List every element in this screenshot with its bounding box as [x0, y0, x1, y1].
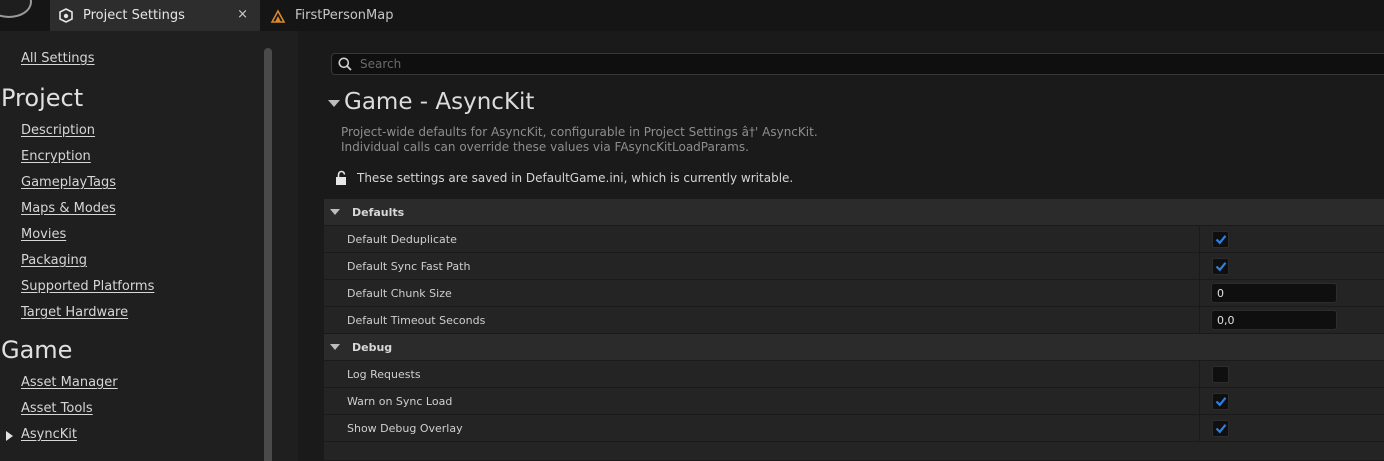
sidebar-item-all-settings[interactable]: All Settings — [21, 51, 95, 66]
chevron-down-icon — [330, 209, 340, 215]
default-deduplicate-checkbox[interactable] — [1212, 231, 1229, 248]
property-name: Default Timeout Seconds — [347, 314, 486, 327]
sidebar-item-target-hardware[interactable]: Target Hardware — [21, 305, 128, 320]
sidebar-item-asset-manager[interactable]: Asset Manager — [21, 375, 118, 390]
engine-logo-icon[interactable] — [0, 0, 32, 18]
property-name: Warn on Sync Load — [347, 395, 453, 408]
property-row: Warn on Sync Load — [324, 388, 1384, 415]
config-file-notice: These settings are saved in DefaultGame.… — [334, 170, 793, 186]
sidebar-item-supported-platforms[interactable]: Supported Platforms — [21, 279, 154, 294]
sidebar-heading-project: Project — [1, 84, 84, 112]
search-box[interactable] — [331, 53, 1384, 75]
sidebar-item-movies[interactable]: Movies — [21, 227, 66, 242]
default-timeout-seconds-field[interactable]: 0,0 — [1211, 310, 1337, 330]
tab-bar: Project Settings × FirstPersonMap — [0, 0, 1384, 31]
property-name: Default Sync Fast Path — [347, 260, 471, 273]
checkmark-icon — [1215, 262, 1226, 272]
column-divider[interactable] — [1199, 226, 1200, 252]
sidebar-scrollbar-track — [262, 31, 298, 461]
category-debug[interactable]: Debug — [324, 334, 1384, 361]
column-divider[interactable] — [1199, 415, 1200, 441]
checkmark-icon — [1215, 397, 1226, 407]
category-label: Defaults — [352, 205, 405, 219]
settings-icon — [58, 7, 74, 24]
sidebar-item-asynckit[interactable]: AsyncKit — [21, 427, 77, 442]
sidebar-item-encryption[interactable]: Encryption — [21, 149, 91, 164]
property-name: Default Deduplicate — [347, 233, 457, 246]
property-row: Default Sync Fast Path — [324, 253, 1384, 280]
settings-sidebar: All Settings Project Description Encrypt… — [0, 31, 262, 461]
search-icon — [338, 57, 352, 71]
default-chunk-size-field[interactable]: 0 — [1211, 283, 1337, 303]
settings-details-panel: Game - AsyncKit Project-wide defaults fo… — [324, 31, 1384, 461]
log-requests-checkbox[interactable] — [1212, 366, 1229, 383]
column-divider[interactable] — [1199, 280, 1200, 306]
tab-label: FirstPersonMap — [295, 8, 394, 23]
show-debug-overlay-checkbox[interactable] — [1212, 420, 1229, 437]
panel-splitter[interactable] — [298, 31, 324, 461]
tab-label: Project Settings — [83, 8, 185, 23]
sidebar-item-packaging[interactable]: Packaging — [21, 253, 87, 268]
category-label: Debug — [352, 340, 393, 354]
column-divider[interactable] — [1199, 388, 1200, 414]
property-row: Default Deduplicate — [324, 226, 1384, 253]
tab-project-settings[interactable]: Project Settings × — [50, 0, 260, 31]
sidebar-item-asset-tools[interactable]: Asset Tools — [21, 401, 93, 416]
column-divider[interactable] — [1199, 307, 1200, 333]
sidebar-scrollbar[interactable] — [264, 48, 272, 461]
property-row: Default Timeout Seconds 0,0 — [324, 307, 1384, 334]
property-row: Default Chunk Size 0 — [324, 280, 1384, 307]
property-row: Show Debug Overlay — [324, 415, 1384, 442]
default-sync-fast-path-checkbox[interactable] — [1212, 258, 1229, 275]
property-row: Log Requests — [324, 361, 1384, 388]
section-collapse-icon[interactable] — [328, 100, 340, 107]
saved-notice-text: These settings are saved in DefaultGame.… — [357, 171, 794, 185]
checkmark-icon — [1215, 424, 1226, 434]
column-divider[interactable] — [1199, 253, 1200, 279]
page-title: Game - AsyncKit — [344, 89, 535, 115]
property-name: Show Debug Overlay — [347, 422, 463, 435]
level-map-icon — [270, 8, 286, 24]
unlocked-icon — [334, 170, 348, 186]
sidebar-item-maps-modes[interactable]: Maps & Modes — [21, 201, 116, 216]
property-name: Default Chunk Size — [347, 287, 452, 300]
column-divider[interactable] — [1199, 361, 1200, 387]
tab-first-person-map[interactable]: FirstPersonMap — [262, 0, 422, 31]
close-icon[interactable]: × — [237, 7, 248, 22]
sidebar-item-description[interactable]: Description — [21, 123, 95, 138]
property-list-end — [324, 442, 1384, 460]
chevron-down-icon — [330, 344, 340, 350]
category-defaults[interactable]: Defaults — [324, 199, 1384, 226]
section-description-line1: Project-wide defaults for AsyncKit, conf… — [341, 125, 818, 139]
warn-on-sync-load-checkbox[interactable] — [1212, 393, 1229, 410]
section-description-line2: Individual calls can override these valu… — [341, 140, 749, 154]
property-name: Log Requests — [347, 368, 421, 381]
checkmark-icon — [1215, 235, 1226, 245]
selected-arrow-icon — [6, 431, 13, 441]
search-input[interactable] — [360, 57, 1260, 71]
property-list: Defaults Default Deduplicate Default Syn… — [324, 199, 1384, 460]
sidebar-heading-game: Game — [1, 336, 73, 364]
sidebar-item-gameplay-tags[interactable]: GameplayTags — [21, 175, 116, 190]
